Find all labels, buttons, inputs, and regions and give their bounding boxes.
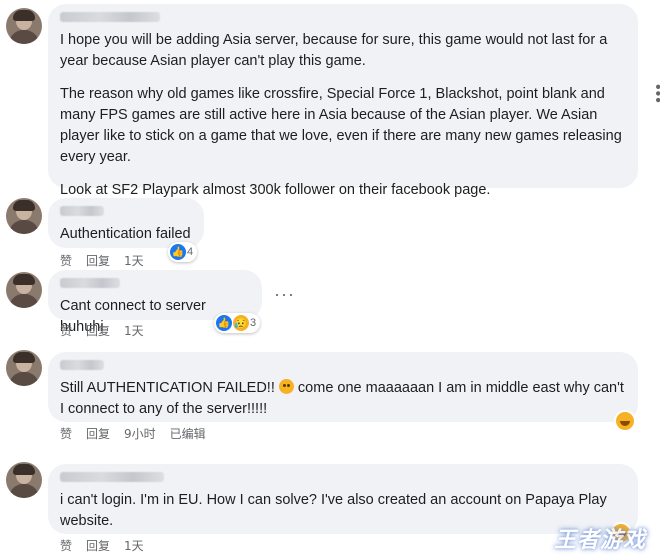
like-button[interactable]: 赞 xyxy=(60,252,72,269)
comment-timestamp[interactable]: 9小时 xyxy=(124,425,156,442)
comment-actions: 赞 回复 9小时 已编辑 xyxy=(60,425,206,442)
reaction-summary[interactable]: 👍 4 xyxy=(168,242,198,262)
comment-actions: 赞 回复 1天 xyxy=(60,537,144,554)
more-options-icon[interactable]: ··· xyxy=(274,284,295,305)
avatar[interactable] xyxy=(6,198,42,234)
commenter-name[interactable] xyxy=(60,12,160,22)
comment-timestamp[interactable]: 1天 xyxy=(124,252,144,269)
reaction-summary[interactable]: 👍 😥 3 xyxy=(214,313,261,333)
like-button[interactable]: 赞 xyxy=(60,322,72,339)
avatar[interactable] xyxy=(6,8,42,44)
avatar[interactable] xyxy=(6,350,42,386)
comment-bubble: Authentication failed xyxy=(48,198,204,248)
reply-button[interactable]: 回复 xyxy=(86,425,110,442)
reaction-count: 3 xyxy=(250,317,257,329)
haha-reaction-icon[interactable] xyxy=(616,412,634,430)
comment-paragraph: I hope you will be adding Asia server, b… xyxy=(60,32,608,69)
like-button[interactable]: 赞 xyxy=(60,537,72,554)
avatar[interactable] xyxy=(6,272,42,308)
like-button[interactable]: 赞 xyxy=(60,425,72,442)
like-reaction-icon: 👍 xyxy=(216,315,232,331)
comment-actions: 赞 回复 1天 xyxy=(60,322,144,339)
sad-reaction-icon: 😥 xyxy=(233,315,249,331)
comment-text: I hope you will be adding Asia server, b… xyxy=(60,30,626,201)
reply-button[interactable]: 回复 xyxy=(86,537,110,554)
comment-bubble: I hope you will be adding Asia server, b… xyxy=(48,4,638,198)
like-reaction-icon: 👍 xyxy=(170,244,186,260)
comment-text: i can't login. I'm in EU. How I can solv… xyxy=(60,492,607,529)
reaction-count: 4 xyxy=(187,246,194,258)
grin-emoji-icon xyxy=(278,379,294,394)
watermark-logo: 王者游戏 xyxy=(553,528,646,553)
commenter-name[interactable] xyxy=(60,206,104,216)
comment-bubble: i can't login. I'm in EU. How I can solv… xyxy=(48,464,638,534)
comment-timestamp[interactable]: 1天 xyxy=(124,322,144,339)
comment-actions: 赞 回复 1天 xyxy=(60,252,144,269)
comment-bubble: Still AUTHENTICATION FAILED!! come one m… xyxy=(48,352,638,422)
commenter-name[interactable] xyxy=(60,472,164,482)
commenter-name[interactable] xyxy=(60,360,104,370)
reply-button[interactable]: 回复 xyxy=(86,252,110,269)
more-options-icon[interactable]: ••• xyxy=(648,84,660,104)
commenter-name[interactable] xyxy=(60,278,120,288)
comment-text-part: Still AUTHENTICATION FAILED!! xyxy=(60,380,275,396)
comment-text: Authentication failed xyxy=(60,226,191,242)
comment-timestamp[interactable]: 1天 xyxy=(124,537,144,554)
comment-paragraph: The reason why old games like crossfire,… xyxy=(60,86,622,165)
reply-button[interactable]: 回复 xyxy=(86,322,110,339)
comment-text: Still AUTHENTICATION FAILED!! come one m… xyxy=(60,378,626,420)
edited-label: 已编辑 xyxy=(169,427,206,441)
avatar[interactable] xyxy=(6,462,42,498)
